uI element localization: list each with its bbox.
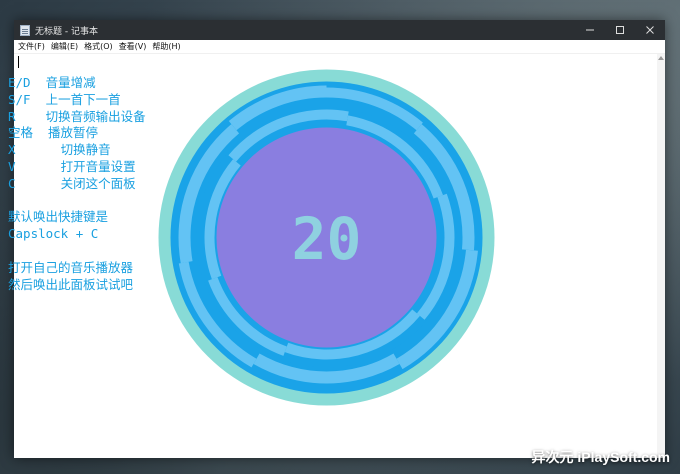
maximize-button[interactable]	[605, 20, 635, 40]
help-line: 然后唤出此面板试试吧	[8, 276, 134, 292]
help-line: V 打开音量设置	[8, 158, 136, 174]
menu-edit[interactable]: 编辑(E)	[51, 41, 78, 52]
menu-view[interactable]: 查看(V)	[119, 41, 147, 52]
scroll-up-arrow-icon[interactable]	[658, 56, 664, 60]
volume-panel[interactable]: 20	[158, 69, 495, 406]
help-line: C 关闭这个面板	[8, 175, 136, 191]
close-icon	[646, 26, 654, 34]
menu-bar: 文件(F) 编辑(E) 格式(O) 查看(V) 帮助(H)	[14, 40, 665, 54]
volume-ring: 20	[158, 69, 495, 406]
minimize-icon	[586, 29, 594, 31]
help-line: Capslock + C	[8, 226, 99, 242]
help-line: 空格 播放暂停	[8, 125, 99, 141]
notepad-icon	[20, 24, 30, 36]
vertical-scrollbar[interactable]	[657, 54, 665, 458]
title-bar[interactable]: 无标题 - 记事本	[14, 20, 665, 40]
maximize-icon	[616, 26, 624, 34]
help-line: X 切换静音	[8, 142, 111, 158]
help-line: 默认唤出快捷键是	[8, 209, 109, 225]
help-line	[8, 193, 146, 210]
watermark: 异次元 iPlaySoft.com	[531, 449, 670, 465]
text-caret	[18, 56, 19, 68]
volume-value: 20	[292, 205, 362, 273]
help-line: E/D 音量增减	[8, 75, 96, 90]
shortcut-help-text: E/D 音量增减 S/F 上一首下一首 R 切换音频输出设备 空格 播放暂停 X…	[8, 75, 146, 293]
help-line	[8, 243, 146, 260]
menu-help[interactable]: 帮助(H)	[152, 41, 180, 52]
help-line: R 切换音频输出设备	[8, 108, 146, 124]
help-line: 打开自己的音乐播放器	[8, 259, 134, 275]
window-title: 无标题 - 记事本	[35, 26, 98, 37]
close-button[interactable]	[635, 20, 665, 40]
help-line: S/F 上一首下一首	[8, 91, 121, 107]
menu-format[interactable]: 格式(O)	[84, 41, 113, 52]
minimize-button[interactable]	[575, 20, 605, 40]
menu-file[interactable]: 文件(F)	[18, 41, 45, 52]
